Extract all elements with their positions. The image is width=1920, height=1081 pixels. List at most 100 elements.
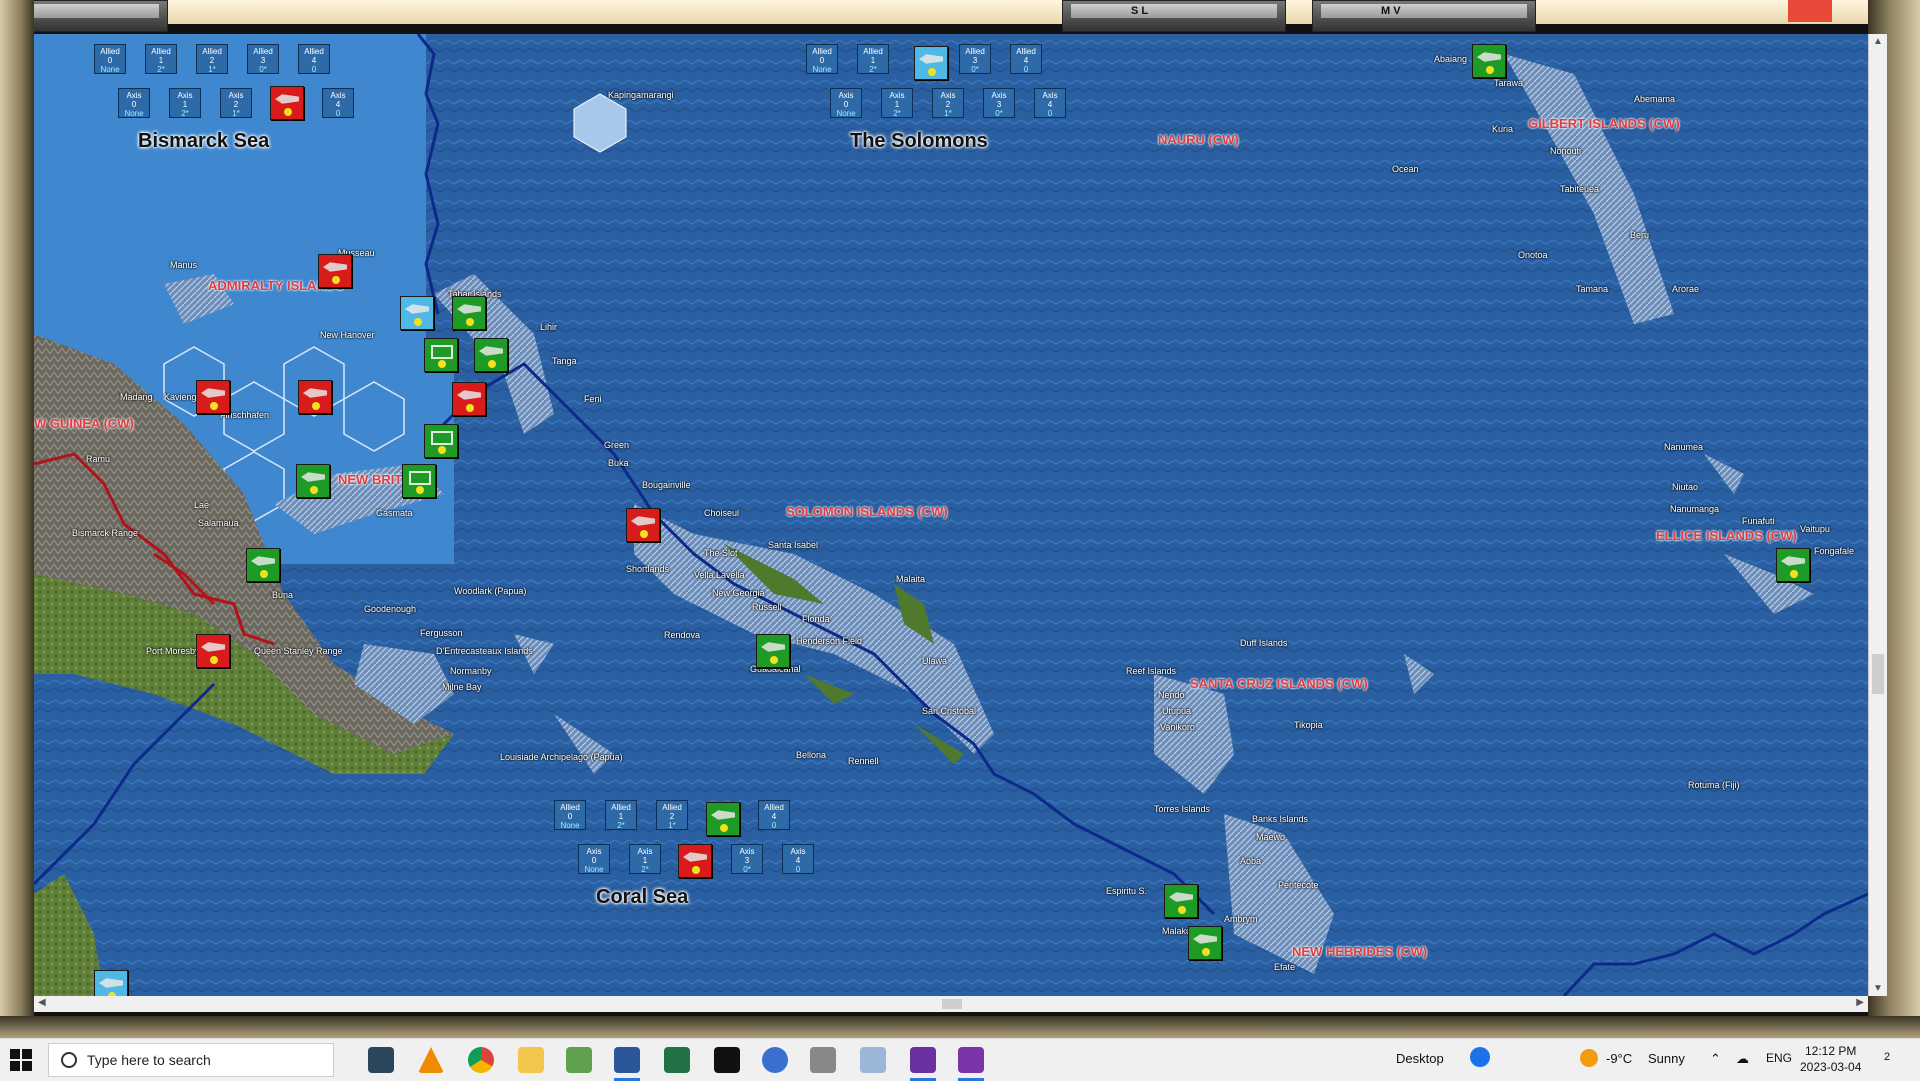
sea-box[interactable]: Allied 3 0* bbox=[247, 44, 279, 74]
weather-desc[interactable]: Sunny bbox=[1648, 1051, 1685, 1066]
help-icon[interactable] bbox=[1470, 1047, 1490, 1067]
plane-icon bbox=[631, 516, 655, 526]
sea-box[interactable]: Axis 2 1* bbox=[932, 88, 964, 118]
axis-unit-counter[interactable] bbox=[270, 86, 304, 120]
onedrive-icon[interactable]: ☁ bbox=[1736, 1051, 1749, 1067]
weather-temp[interactable]: -9°C bbox=[1606, 1051, 1632, 1066]
allied-unit-counter[interactable] bbox=[706, 802, 740, 836]
horizontal-scrollbar[interactable]: ◀ ▶ bbox=[34, 996, 1868, 1012]
place-label: Aoba bbox=[1240, 856, 1262, 866]
allied-unit-counter[interactable] bbox=[424, 338, 458, 372]
naval-unit-counter[interactable] bbox=[94, 970, 128, 996]
sea-box[interactable]: Allied 0 None bbox=[554, 800, 586, 830]
notification-icon[interactable]: 2 bbox=[1884, 1051, 1890, 1063]
allied-unit-counter[interactable] bbox=[424, 424, 458, 458]
sea-box-status: None bbox=[560, 821, 580, 830]
taskbar-search-box[interactable]: Type here to search bbox=[48, 1043, 334, 1077]
sea-box[interactable]: Allied 4 0 bbox=[298, 44, 330, 74]
sea-box[interactable]: Axis 3 0* bbox=[983, 88, 1015, 118]
sea-box[interactable]: Axis 0 None bbox=[118, 88, 150, 118]
word-icon[interactable] bbox=[614, 1047, 640, 1081]
place-label: Torres Islands bbox=[1154, 804, 1211, 814]
scroll-down-icon[interactable]: ▼ bbox=[1873, 983, 1883, 994]
desktop-toolbar[interactable]: Desktop bbox=[1396, 1051, 1444, 1066]
allied-unit-counter[interactable] bbox=[474, 338, 508, 372]
notepad-icon[interactable] bbox=[566, 1047, 592, 1073]
tray-chevron-icon[interactable]: ⌃ bbox=[1710, 1051, 1721, 1067]
steam-icon[interactable] bbox=[368, 1047, 394, 1073]
netflix-icon[interactable] bbox=[714, 1047, 740, 1073]
sl-panel-frame[interactable]: S L bbox=[1062, 0, 1286, 32]
sea-box[interactable]: Allied 1 2* bbox=[145, 44, 177, 74]
sea-box-status: 1* bbox=[944, 109, 952, 118]
naval-unit-counter[interactable] bbox=[400, 296, 434, 330]
sea-box[interactable]: Axis 0 None bbox=[578, 844, 610, 874]
vlc-icon[interactable] bbox=[418, 1047, 444, 1073]
allied-unit-counter[interactable] bbox=[1472, 44, 1506, 78]
axis-unit-counter[interactable] bbox=[318, 254, 352, 288]
scroll-left-icon[interactable]: ◀ bbox=[38, 997, 46, 1008]
horizontal-scroll-thumb[interactable] bbox=[942, 999, 962, 1009]
allied-unit-counter[interactable] bbox=[1188, 926, 1222, 960]
chrome-icon[interactable] bbox=[468, 1047, 494, 1073]
place-label: Utupua bbox=[1162, 706, 1192, 716]
sea-box[interactable]: Axis 1 2* bbox=[881, 88, 913, 118]
strength-dot-icon bbox=[466, 318, 474, 326]
windows-start-button[interactable] bbox=[10, 1049, 32, 1071]
sea-box[interactable]: Allied 3 0* bbox=[959, 44, 991, 74]
taskbar-clock[interactable]: 12:12 PM 2023-03-04 bbox=[1800, 1043, 1861, 1075]
close-button[interactable] bbox=[1788, 0, 1832, 22]
excel-icon[interactable] bbox=[664, 1047, 690, 1073]
naval-unit-counter[interactable] bbox=[914, 46, 948, 80]
sea-box[interactable]: Allied 1 2* bbox=[857, 44, 889, 74]
allied-unit-counter[interactable] bbox=[296, 464, 330, 498]
sea-box[interactable]: Allied 0 None bbox=[806, 44, 838, 74]
strength-dot-icon bbox=[414, 318, 422, 326]
game-icon-2[interactable] bbox=[958, 1047, 984, 1081]
plane-icon bbox=[683, 852, 707, 862]
sea-box[interactable]: Allied 4 0 bbox=[758, 800, 790, 830]
vertical-scrollbar[interactable]: ▲ ▼ bbox=[1868, 34, 1887, 996]
sea-box[interactable]: Axis 4 0 bbox=[1034, 88, 1066, 118]
allied-unit-counter[interactable] bbox=[756, 634, 790, 668]
axis-unit-counter[interactable] bbox=[196, 380, 230, 414]
sea-box-number: 2 bbox=[233, 100, 239, 109]
disney-icon[interactable] bbox=[762, 1047, 788, 1073]
calculator-icon[interactable] bbox=[810, 1047, 836, 1073]
scroll-right-icon[interactable]: ▶ bbox=[1856, 997, 1864, 1008]
axis-unit-counter[interactable] bbox=[196, 634, 230, 668]
sea-box[interactable]: Axis 1 2* bbox=[169, 88, 201, 118]
allied-unit-counter[interactable] bbox=[402, 464, 436, 498]
sea-box[interactable]: Axis 0 None bbox=[830, 88, 862, 118]
sea-box[interactable]: Allied 0 None bbox=[94, 44, 126, 74]
place-label: Tarawa bbox=[1494, 78, 1524, 88]
game-map[interactable]: Bismarck Sea The Solomons Coral Sea ADMI… bbox=[34, 34, 1868, 996]
vertical-scroll-thumb[interactable] bbox=[1872, 654, 1884, 694]
language-indicator[interactable]: ENG bbox=[1766, 1051, 1792, 1065]
sea-box[interactable]: Axis 4 0 bbox=[322, 88, 354, 118]
axis-unit-counter[interactable] bbox=[678, 844, 712, 878]
allied-unit-counter[interactable] bbox=[1164, 884, 1198, 918]
sea-box[interactable]: Allied 2 1* bbox=[656, 800, 688, 830]
game-icon[interactable] bbox=[910, 1047, 936, 1081]
mv-panel-frame[interactable]: M V bbox=[1312, 0, 1536, 32]
axis-unit-counter[interactable] bbox=[626, 508, 660, 542]
sea-box[interactable]: Axis 2 1* bbox=[220, 88, 252, 118]
scroll-up-icon[interactable]: ▲ bbox=[1873, 36, 1883, 47]
sea-box[interactable]: Allied 2 1* bbox=[196, 44, 228, 74]
window-app-icon[interactable] bbox=[860, 1047, 886, 1073]
sea-box[interactable]: Axis 3 0* bbox=[731, 844, 763, 874]
file-explorer-icon[interactable] bbox=[518, 1047, 544, 1073]
allied-unit-counter[interactable] bbox=[1776, 548, 1810, 582]
allied-unit-counter[interactable] bbox=[452, 296, 486, 330]
allied-unit-counter[interactable] bbox=[246, 548, 280, 582]
sea-box[interactable]: Allied 1 2* bbox=[605, 800, 637, 830]
axis-unit-counter[interactable] bbox=[298, 380, 332, 414]
sea-box[interactable]: Allied 4 0 bbox=[1010, 44, 1042, 74]
sea-box[interactable]: Axis 4 0 bbox=[782, 844, 814, 874]
place-label: Arorae bbox=[1672, 284, 1700, 294]
place-label: Louisiade Archipelago (Papua) bbox=[500, 752, 623, 762]
axis-unit-counter[interactable] bbox=[452, 382, 486, 416]
sea-box-status: None bbox=[100, 65, 120, 74]
sea-box[interactable]: Axis 1 2* bbox=[629, 844, 661, 874]
